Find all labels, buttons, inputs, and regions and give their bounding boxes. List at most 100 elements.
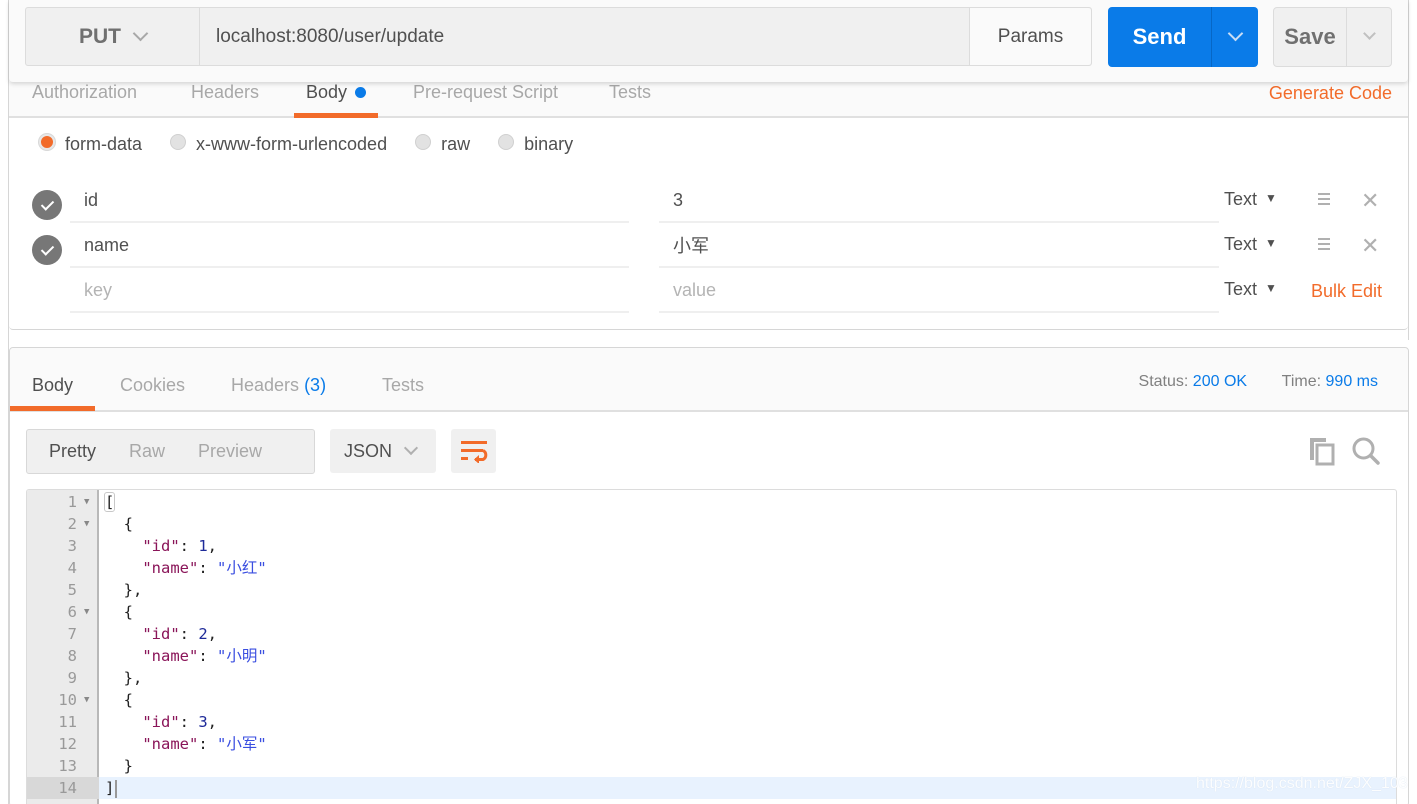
tab-label: Tests — [382, 375, 425, 395]
caret-down-icon: ▼ — [1265, 191, 1277, 205]
fold-toggle-icon[interactable]: ▼ — [84, 689, 89, 711]
view-raw[interactable]: Raw — [129, 441, 165, 462]
row-enabled-checkbox[interactable] — [32, 190, 62, 220]
request-builder: PUT Params Send Save — [9, 0, 1408, 82]
search-icon[interactable] — [1351, 436, 1381, 466]
fold-toggle-icon[interactable]: ▼ — [84, 513, 89, 535]
code-text: }, — [105, 581, 143, 599]
response-tab-cookies[interactable]: Cookies — [120, 375, 185, 396]
view-preview[interactable]: Preview — [198, 441, 262, 462]
save-button[interactable]: Save — [1274, 8, 1347, 66]
method-select[interactable]: PUT — [26, 8, 200, 65]
code-text: "id": 1, — [142, 537, 218, 555]
time-label: Time: — [1281, 373, 1322, 390]
line-number: 12 — [58, 735, 77, 753]
fold-toggle-icon[interactable]: ▼ — [84, 491, 89, 513]
drag-handle-icon[interactable] — [1318, 193, 1330, 208]
tab-headers[interactable]: Headers — [191, 82, 259, 116]
radio-label: x-www-form-urlencoded — [196, 134, 388, 154]
tab-label: Headers — [231, 375, 300, 395]
radio-label: raw — [441, 134, 471, 154]
tab-tests[interactable]: Tests — [609, 82, 651, 116]
text-cursor — [115, 779, 118, 798]
code-text: { — [105, 603, 133, 621]
save-group: Save — [1273, 7, 1392, 67]
method-label: PUT — [79, 24, 121, 48]
modified-dot-icon — [355, 87, 367, 98]
tab-body[interactable]: Body — [294, 82, 379, 118]
format-label: JSON — [344, 440, 393, 461]
new-key-input[interactable] — [70, 269, 629, 313]
caret-down-icon: ▼ — [1265, 281, 1277, 295]
code-text: [ — [103, 492, 116, 512]
url-bar: PUT Params — [25, 7, 1092, 66]
check-icon — [40, 241, 54, 256]
code-line: 12 "name": "小军" — [27, 733, 1396, 755]
code-text: } — [105, 757, 133, 775]
body-mode-raw[interactable]: raw — [415, 133, 471, 155]
bulk-edit-link[interactable]: Bulk Edit — [1311, 281, 1382, 302]
chevron-down-icon — [1362, 27, 1376, 40]
fold-toggle-icon[interactable]: ▼ — [84, 601, 89, 623]
request-body-panel: form-data x-www-form-urlencoded raw bina… — [9, 118, 1408, 330]
row-enabled-checkbox[interactable] — [32, 235, 62, 265]
type-select[interactable]: Text ▼ — [1224, 279, 1277, 300]
params-button[interactable]: Params — [969, 8, 1091, 65]
response-header: Body Cookies Headers (3) Tests Status: 2… — [10, 348, 1408, 412]
response-body-editor[interactable]: 1 ▼[2 ▼ {3 "id": 1, 4 "name": "小红" 5 }, 6 ▼ {7… — [26, 489, 1397, 804]
tab-label: Body — [306, 82, 348, 102]
wrap-lines-button[interactable] — [451, 429, 496, 473]
url-input[interactable] — [200, 8, 969, 65]
status-value: 200 OK — [1192, 373, 1248, 390]
key-input[interactable] — [70, 224, 629, 268]
chevron-down-icon — [403, 440, 419, 455]
line-number: 4 — [67, 559, 77, 577]
response-tab-tests[interactable]: Tests — [382, 375, 424, 396]
type-select[interactable]: Text ▼ — [1224, 234, 1277, 255]
header-count-badge: (3) — [304, 375, 327, 395]
new-value-input[interactable] — [659, 269, 1219, 313]
format-select[interactable]: JSON — [330, 429, 436, 473]
response-tab-headers[interactable]: Headers (3) — [231, 375, 326, 396]
body-mode-urlencoded[interactable]: x-www-form-urlencoded — [170, 133, 388, 155]
form-row: Text ▼ ✕ — [9, 179, 1408, 224]
delete-row-icon[interactable]: ✕ — [1361, 233, 1379, 259]
send-button[interactable]: Send — [1108, 7, 1212, 67]
type-select[interactable]: Text ▼ — [1224, 189, 1277, 210]
code-line: 10 ▼ { — [27, 689, 1396, 711]
generate-code-link[interactable]: Generate Code — [1269, 83, 1392, 104]
radio-icon — [415, 133, 432, 150]
body-mode-form-data[interactable]: form-data — [39, 133, 143, 155]
line-number: 5 — [67, 581, 77, 599]
check-icon — [40, 196, 54, 211]
response-panel: Body Cookies Headers (3) Tests Status: 2… — [9, 347, 1409, 804]
code-line: 1 ▼[ — [27, 491, 1396, 513]
line-number: 7 — [67, 625, 77, 643]
code-text: { — [105, 515, 133, 533]
chevron-down-icon — [132, 25, 149, 41]
tab-label: Body — [32, 375, 74, 395]
key-input[interactable] — [70, 179, 629, 223]
tab-authorization[interactable]: Authorization — [32, 82, 137, 116]
save-dropdown-button[interactable] — [1347, 8, 1391, 66]
send-dropdown-button[interactable] — [1212, 7, 1258, 67]
tab-label: Authorization — [32, 82, 138, 102]
caret-down-icon: ▼ — [1265, 236, 1277, 250]
code-line: 9 }, — [27, 667, 1396, 689]
line-number: 3 — [67, 537, 77, 555]
value-input[interactable] — [659, 224, 1219, 268]
line-number: 13 — [58, 757, 77, 775]
delete-row-icon[interactable]: ✕ — [1361, 188, 1379, 214]
body-mode-binary[interactable]: binary — [498, 133, 573, 155]
response-tab-body[interactable]: Body — [10, 375, 96, 411]
view-pretty[interactable]: Pretty — [49, 441, 96, 462]
tab-pre-request-script[interactable]: Pre-request Script — [413, 82, 558, 116]
drag-handle-icon[interactable] — [1318, 238, 1330, 253]
copy-icon[interactable] — [1308, 436, 1336, 466]
radio-label: form-data — [65, 134, 143, 154]
code-line: 13 } — [27, 755, 1396, 777]
code-text: "id": 3, — [142, 713, 218, 731]
code-text: "name": "小军" — [142, 735, 267, 753]
value-input[interactable] — [659, 179, 1219, 223]
code-line: 14] — [27, 777, 1396, 799]
